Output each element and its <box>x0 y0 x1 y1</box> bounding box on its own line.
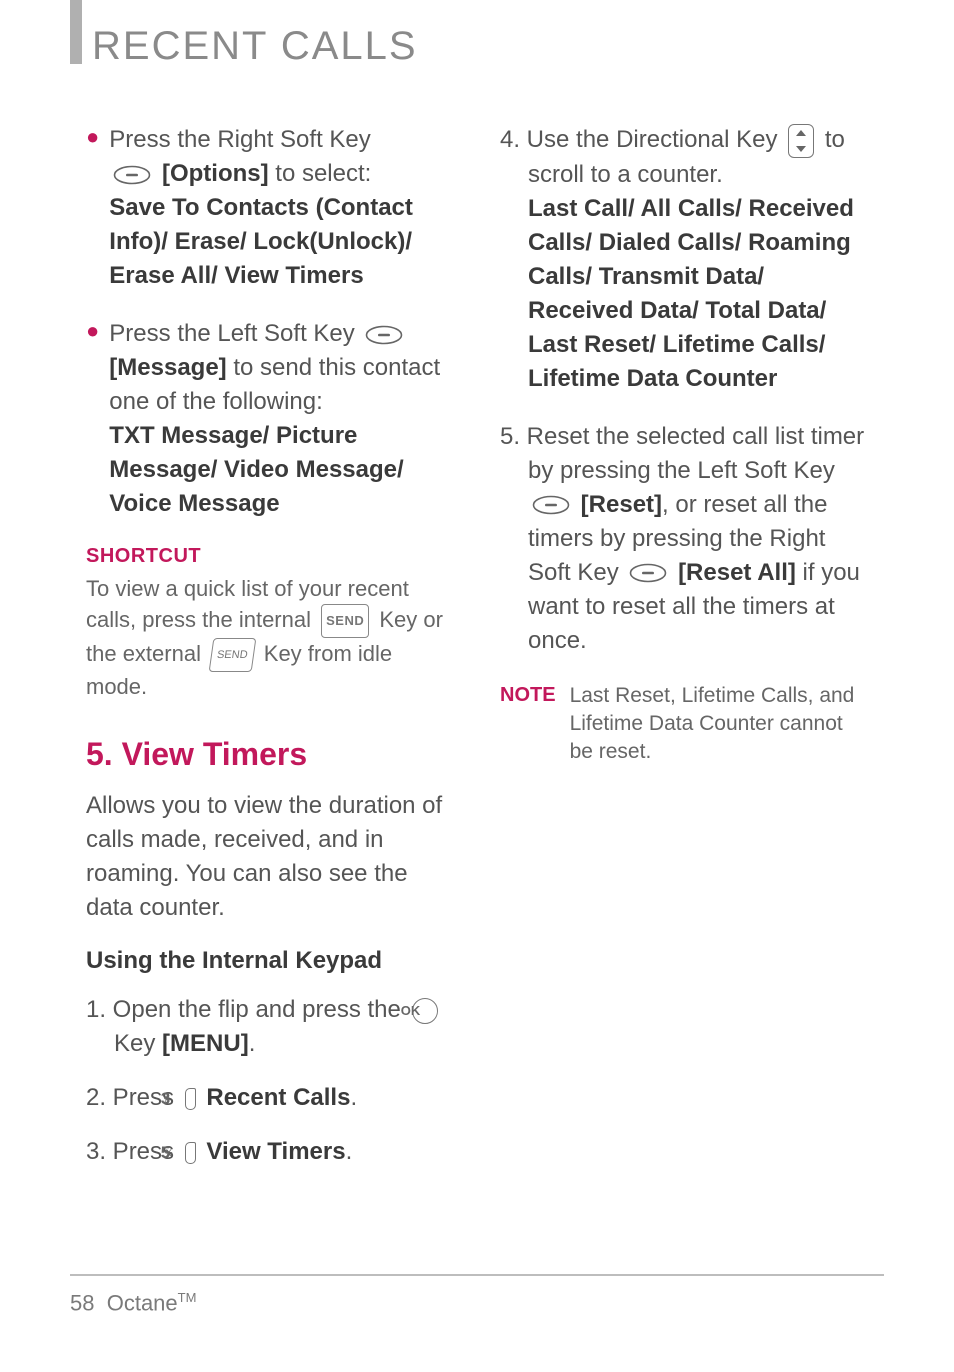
manual-page: RECENT CALLS ● Press the Right Soft Key … <box>0 0 954 1372</box>
counter-list: Last Call/ All Calls/ Received Calls/ Di… <box>528 195 854 392</box>
note-block: NOTE Last Reset, Lifetime Calls, and Lif… <box>500 682 870 766</box>
external-send-key-icon: SEND <box>209 638 256 672</box>
note-label: NOTE <box>500 682 556 766</box>
title-accent-bar <box>70 0 82 64</box>
step-3: 3. Press 5% View Timers. <box>86 1135 456 1169</box>
step1-c: . <box>249 1030 256 1057</box>
bullet-dot-icon: ● <box>86 317 99 521</box>
section-5-title: 5. View Timers <box>86 736 456 773</box>
section-5-intro: Allows you to view the duration of calls… <box>86 789 456 925</box>
shortcut-heading: SHORTCUT <box>86 545 456 568</box>
step-5: 5. Reset the selected call list timer by… <box>500 420 870 658</box>
options-label: [Options] <box>162 160 269 187</box>
footer-divider <box>70 1274 884 1276</box>
bullet-options-text: Press the Right Soft Key [Options] to se… <box>109 123 456 293</box>
reset-all-label: [Reset All] <box>678 559 796 586</box>
step2-c: . <box>350 1084 357 1111</box>
note-body: Last Reset, Lifetime Calls, and Lifetime… <box>570 682 870 766</box>
key-3-icon: 3# <box>185 1088 196 1110</box>
trademark-symbol: TM <box>178 1290 197 1305</box>
step1-a: 1. Open the flip and press the <box>86 996 408 1023</box>
message-line1: Press the Left Soft Key <box>109 320 361 347</box>
footer-text: 58 OctaneTM <box>70 1290 884 1316</box>
page-title: RECENT CALLS <box>92 24 884 69</box>
message-options: TXT Message/ Picture Message/ Video Mess… <box>109 422 403 517</box>
options-line1a: Press the Right Soft Key <box>109 126 370 153</box>
two-column-layout: ● Press the Right Soft Key [Options] to … <box>86 123 884 1189</box>
step1-b: Key <box>114 1030 162 1057</box>
internal-keypad-heading: Using the Internal Keypad <box>86 947 456 975</box>
reset-label: [Reset] <box>581 491 662 518</box>
left-column: ● Press the Right Soft Key [Options] to … <box>86 123 456 1189</box>
bullet-message: ● Press the Left Soft Key [Message] to s… <box>86 317 456 521</box>
left-soft-key-icon <box>365 325 403 345</box>
page-number: 58 <box>70 1290 94 1315</box>
menu-label: [MENU] <box>162 1030 249 1057</box>
step3-c: . <box>346 1138 353 1165</box>
bullet-message-text: Press the Left Soft Key [Message] to sen… <box>109 317 456 521</box>
view-timers-label: View Timers <box>206 1138 345 1165</box>
directional-key-icon <box>788 124 814 158</box>
right-soft-key-icon <box>629 563 667 583</box>
product-name: Octane <box>107 1290 178 1315</box>
step-4: 4. Use the Directional Key to scroll to … <box>500 123 870 396</box>
step5-a: 5. Reset the selected call list timer by… <box>500 423 864 484</box>
bullet-dot-icon: ● <box>86 123 99 293</box>
bullet-options: ● Press the Right Soft Key [Options] to … <box>86 123 456 293</box>
step4-a: 4. Use the Directional Key <box>500 126 784 153</box>
right-soft-key-icon <box>113 165 151 185</box>
ok-key-icon: OK <box>412 998 438 1024</box>
recent-calls-label: Recent Calls <box>206 1084 350 1111</box>
message-label: [Message] <box>109 354 226 381</box>
step-1: 1. Open the flip and press the OK Key [M… <box>86 993 456 1061</box>
send-key-icon: SEND <box>321 604 369 638</box>
right-column: 4. Use the Directional Key to scroll to … <box>500 123 870 1189</box>
shortcut-body: To view a quick list of your recent call… <box>86 574 456 702</box>
options-tail: to select: <box>269 160 372 187</box>
page-footer: 58 OctaneTM <box>70 1274 884 1316</box>
left-soft-key-icon <box>532 495 570 515</box>
options-list: Save To Contacts (Contact Info)/ Erase/ … <box>109 194 413 289</box>
step-2: 2. Press 3# Recent Calls. <box>86 1081 456 1115</box>
key-5-icon: 5% <box>185 1142 196 1164</box>
